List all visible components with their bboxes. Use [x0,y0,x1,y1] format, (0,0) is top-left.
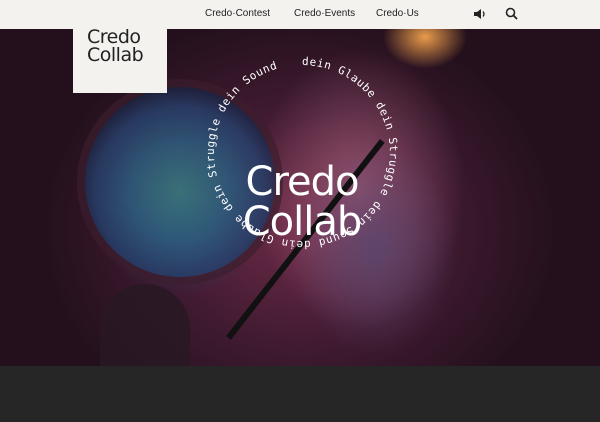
search-icon[interactable] [504,6,520,22]
nav-link-credo-us[interactable]: Credo·Us [376,8,419,19]
content-section-dark [0,366,600,422]
nav-link-credo-contest[interactable]: Credo·Contest [205,8,270,19]
logo[interactable]: Credo Collab [73,0,167,93]
hero-title-line-2: Collab [243,199,362,245]
speaker-icon[interactable] [472,6,488,22]
nav-link-credo-events[interactable]: Credo·Events [294,8,355,19]
logo-line-2: Collab [87,44,144,66]
